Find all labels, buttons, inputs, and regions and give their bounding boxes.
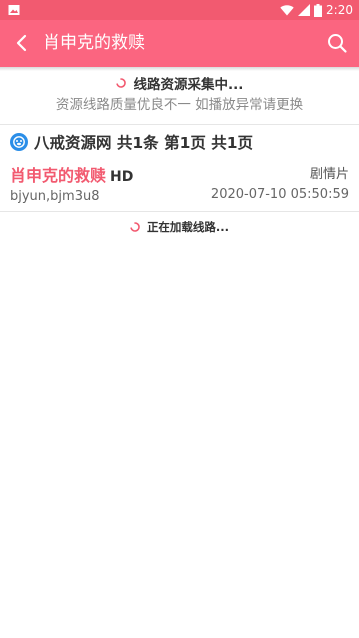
source-header: 八戒资源网 共1条 第1页 共1页 [10,131,253,153]
loading-text: 正在加载线路... [146,220,230,234]
wifi-icon [280,5,294,16]
divider [0,124,359,125]
status-bar: 2:20 [0,0,359,20]
collect-status-text: 线路资源采集中... [133,77,244,93]
bajie-source-icon [10,133,28,151]
image-icon [8,5,20,15]
result-title-text: 肖申克的救赎 [10,166,107,185]
signal-icon [298,4,311,16]
loading-lines: 正在加载线路... [0,219,359,235]
collect-notice: 线路资源采集中... 资源线路质量优良不一 如播放异常请更换 [0,73,359,115]
result-quality: HD [110,169,134,185]
result-title: 肖申克的救赎 HD [10,162,133,186]
loading-spinner-icon [130,222,140,232]
status-time: 2:20 [326,3,353,17]
search-icon[interactable] [325,31,349,55]
page-title: 肖申克的救赎 [43,33,145,53]
result-genre: 剧情片 [309,167,349,182]
result-tags: bjyun,bjm3u8 [10,189,100,204]
chevron-left-icon[interactable] [10,31,34,55]
app-bar: 肖申克的救赎 [0,20,359,67]
source-header-text: 八戒资源网 共1条 第1页 共1页 [34,134,254,152]
result-updated-time: 2020-07-10 05:50:59 [210,187,349,202]
collect-status-row: 线路资源采集中... [0,73,359,93]
app-bar-shadow [0,67,359,71]
collect-hint-text: 资源线路质量优良不一 如播放异常请更换 [55,97,304,113]
status-bar-right: 2:20 [280,2,353,18]
result-item[interactable]: 肖申克的救赎 HD 剧情片 bjyun,bjm3u8 2020-07-10 05:… [0,158,359,210]
loading-spinner-icon [115,78,126,88]
battery-icon [314,3,323,17]
divider [0,211,359,212]
